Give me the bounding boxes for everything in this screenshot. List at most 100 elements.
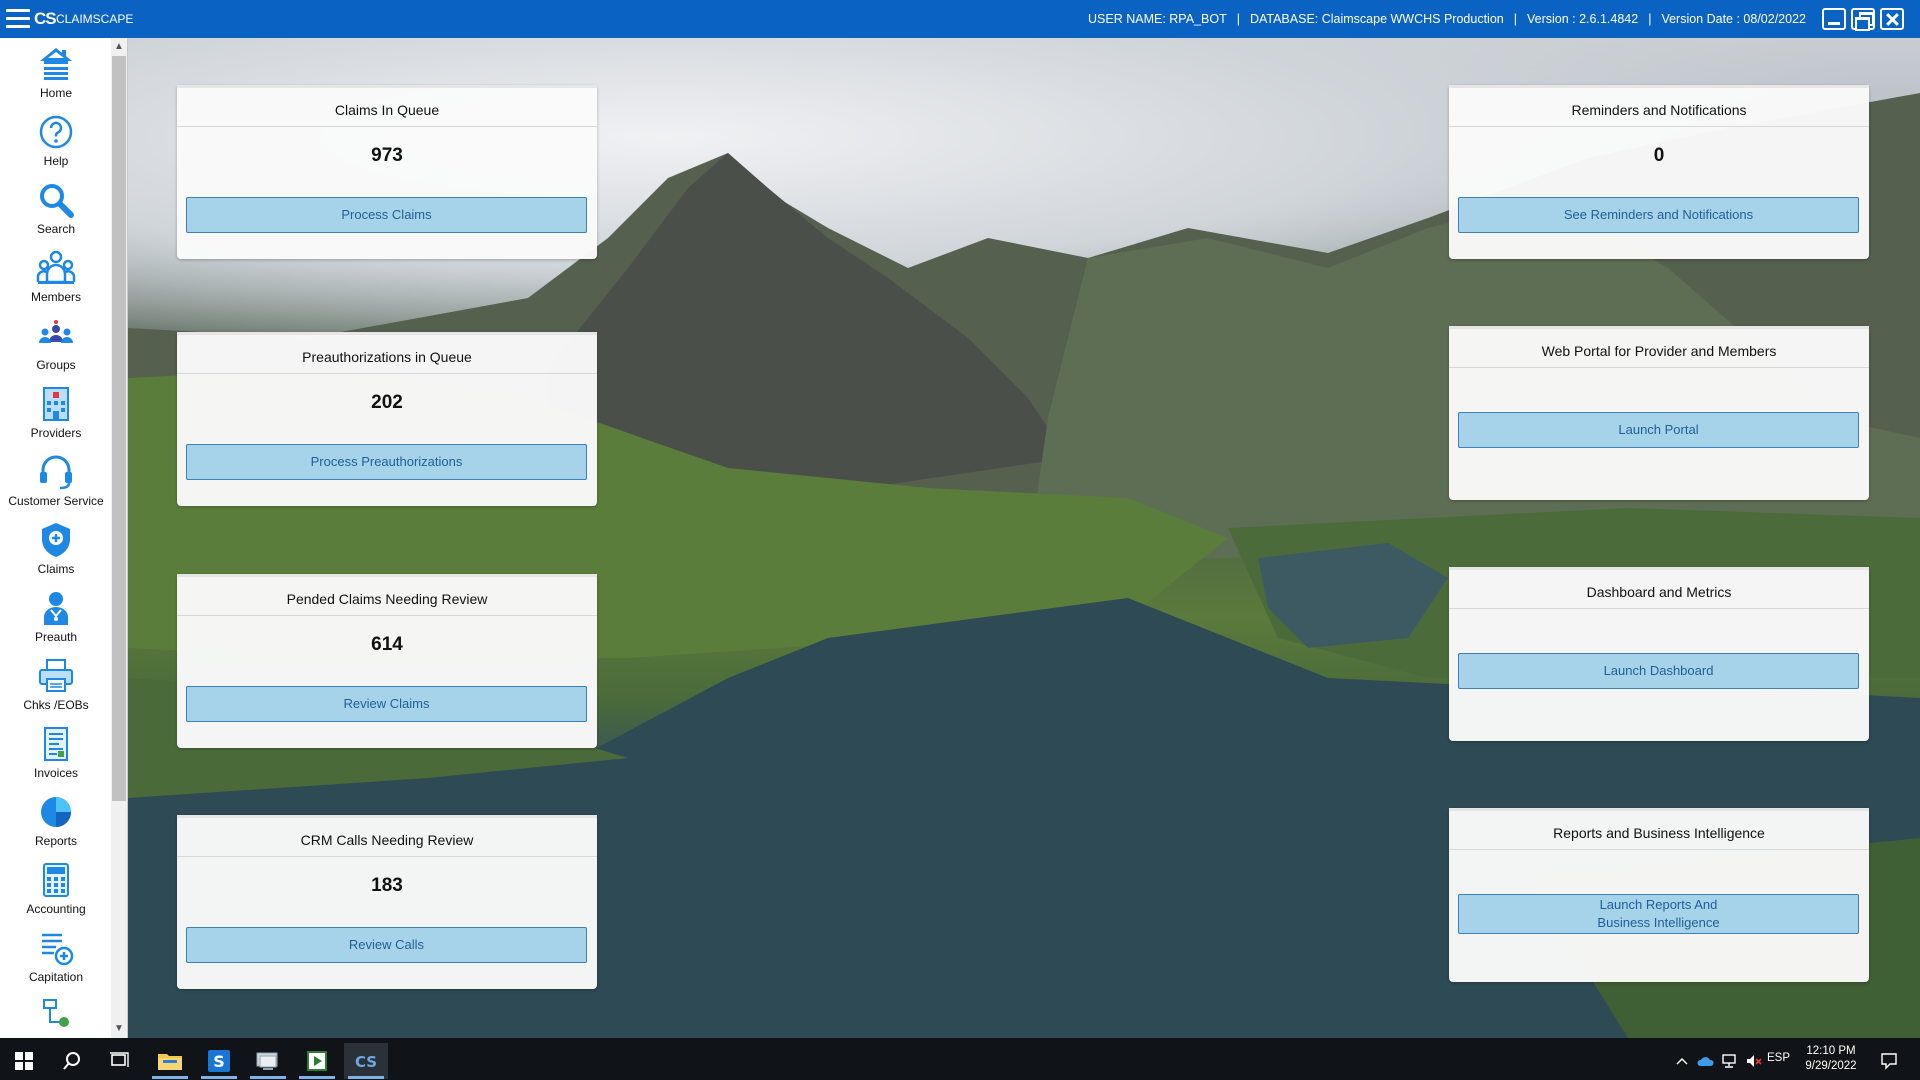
headset-icon	[40, 455, 72, 490]
sidebar-item-label: Help	[43, 154, 69, 168]
card-title: Reminders and Notifications	[1449, 85, 1869, 127]
separator: |	[1236, 12, 1240, 26]
preauthorizations-in-queue-card: Preauthorizations in Queue 202 Process P…	[177, 332, 597, 506]
printer-icon	[39, 659, 73, 692]
windows-start-icon[interactable]	[2, 1043, 46, 1079]
invoice-icon	[44, 727, 68, 761]
sidebar-item-label: Customer Service	[8, 494, 104, 508]
card-count: 0	[1653, 145, 1665, 166]
sidebar-item-label: Capitation	[28, 970, 84, 984]
sidebar-scroll-thumb[interactable]	[112, 56, 126, 801]
app-s-icon[interactable]: S	[197, 1043, 241, 1079]
sidebar-item-help[interactable]: Help	[0, 110, 112, 178]
calculator-icon	[43, 863, 69, 897]
pended-claims-card: Pended Claims Needing Review 614 Review …	[177, 574, 597, 748]
sidebar-item-more[interactable]	[0, 994, 112, 1034]
separator: |	[1648, 12, 1652, 26]
scroll-up-icon[interactable]: ▲	[114, 42, 124, 52]
providers-icon	[43, 387, 69, 421]
network-icon[interactable]	[1718, 1043, 1742, 1079]
pie-chart-icon	[41, 797, 71, 827]
shield-plus-icon	[42, 523, 70, 557]
sidebar-item-members[interactable]: Members	[0, 246, 112, 314]
restore-button[interactable]	[1851, 8, 1875, 31]
card-count: 202	[371, 392, 403, 413]
sidebar-item-accounting[interactable]: Accounting	[0, 858, 112, 926]
sidebar-item-customer-service[interactable]: Customer Service	[0, 450, 112, 518]
minimize-button[interactable]	[1822, 8, 1846, 30]
card-count: 973	[371, 145, 403, 166]
card-title: Preauthorizations in Queue	[177, 332, 597, 374]
onedrive-icon[interactable]	[1694, 1043, 1718, 1079]
database-name: DATABASE: Claimscape WWCHS Production	[1249, 12, 1504, 26]
sidebar-item-label: Reports	[34, 834, 78, 848]
sidebar-item-search[interactable]: Search	[0, 178, 112, 246]
app-logo: CS	[34, 9, 57, 28]
volume-muted-icon[interactable]	[1742, 1043, 1766, 1079]
card-title: Claims In Queue	[177, 85, 597, 127]
sidebar-item-claims[interactable]: Claims	[0, 518, 112, 586]
claims-in-queue-card: Claims In Queue 973 Process Claims	[177, 85, 597, 259]
sidebar-item-home[interactable]: Home	[0, 42, 112, 110]
separator: |	[1513, 12, 1517, 26]
launch-reports-button[interactable]: Launch Reports And Business Intelligence	[1458, 894, 1859, 934]
card-title: Web Portal for Provider and Members	[1449, 326, 1869, 368]
review-claims-button[interactable]: Review Claims	[186, 686, 587, 722]
user-name: USER NAME: RPA_BOT	[1088, 12, 1227, 26]
sidebar-item-chks-eobs[interactable]: Chks /EOBs	[0, 654, 112, 722]
sidebar-item-label: Search	[36, 222, 76, 236]
list-add-icon	[42, 933, 74, 966]
notifications-icon[interactable]	[1874, 1043, 1904, 1079]
session-info: USER NAME: RPA_BOT | DATABASE: Claimscape …	[1088, 12, 1806, 26]
launch-portal-button[interactable]: Launch Portal	[1458, 412, 1859, 448]
process-claims-button[interactable]: Process Claims	[186, 197, 587, 233]
language-indicator[interactable]: ESP	[1767, 1052, 1790, 1064]
sidebar-item-label: Invoices	[33, 766, 79, 780]
doctor-icon	[44, 592, 68, 625]
card-title: Reports and Business Intelligence	[1449, 808, 1869, 850]
reminders-card: Reminders and Notifications 0 See Remind…	[1449, 85, 1869, 259]
app-name: CLAIMSCAPE	[56, 12, 134, 26]
hamburger-menu-icon[interactable]	[6, 9, 30, 29]
sidebar: Home Help Search Members Groups Provider…	[0, 38, 128, 1038]
file-explorer-icon[interactable]	[148, 1043, 192, 1079]
system-clock[interactable]: 12:10 PM 9/29/2022	[1796, 1044, 1866, 1074]
sidebar-item-capitation[interactable]: Capitation	[0, 926, 112, 994]
search-icon	[40, 184, 74, 218]
svg-text:CS: CS	[355, 1053, 377, 1071]
version: Version : 2.6.1.4842	[1526, 12, 1639, 26]
remote-desktop-icon[interactable]	[246, 1043, 290, 1079]
crm-calls-card: CRM Calls Needing Review 183 Review Call…	[177, 815, 597, 989]
sidebar-item-preauth[interactable]: Preauth	[0, 586, 112, 654]
card-title: Dashboard and Metrics	[1449, 567, 1869, 609]
close-button[interactable]	[1880, 8, 1904, 30]
groups-icon	[39, 320, 73, 343]
chevron-up-icon[interactable]	[1670, 1043, 1694, 1079]
members-icon	[36, 250, 76, 284]
sidebar-item-label: Claims	[37, 562, 75, 576]
claimscape-app-icon[interactable]: CS	[344, 1043, 388, 1079]
media-player-icon[interactable]	[295, 1043, 339, 1079]
help-icon	[39, 115, 73, 149]
clock-time: 12:10 PM	[1806, 1045, 1856, 1057]
task-view-icon[interactable]	[98, 1043, 142, 1079]
process-preauthorizations-button[interactable]: Process Preauthorizations	[186, 444, 587, 480]
main-content: Claims In Queue 973 Process Claims Preau…	[128, 38, 1920, 1038]
sidebar-item-providers[interactable]: Providers	[0, 382, 112, 450]
sidebar-item-reports[interactable]: Reports	[0, 790, 112, 858]
dashboard-card: Dashboard and Metrics Launch Dashboard	[1449, 567, 1869, 741]
sidebar-item-label: Preauth	[34, 630, 78, 644]
launch-dashboard-button[interactable]: Launch Dashboard	[1458, 653, 1859, 689]
reports-bi-card: Reports and Business Intelligence Launch…	[1449, 808, 1869, 982]
sidebar-item-invoices[interactable]: Invoices	[0, 722, 112, 790]
svg-text:S: S	[213, 1052, 225, 1071]
review-calls-button[interactable]: Review Calls	[186, 927, 587, 963]
windows-taskbar: S CS ESP 12:10 PM 9/29/2022	[0, 1038, 1920, 1080]
see-reminders-button[interactable]: See Reminders and Notifications	[1458, 197, 1859, 233]
card-count: 183	[371, 875, 403, 896]
search-icon[interactable]	[50, 1043, 94, 1079]
scroll-down-icon[interactable]: ▼	[114, 1024, 124, 1034]
card-count: 614	[371, 634, 403, 655]
sidebar-item-label: Groups	[36, 358, 76, 372]
sidebar-item-groups[interactable]: Groups	[0, 314, 112, 382]
